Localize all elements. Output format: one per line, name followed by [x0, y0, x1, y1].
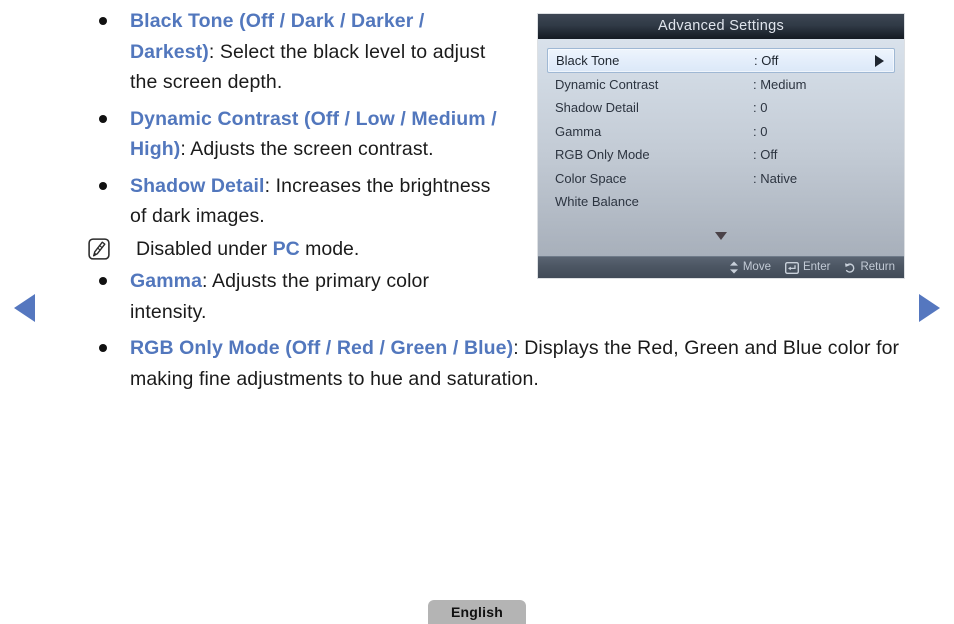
osd-menu-list: Black Tone : Off Dynamic Contrast : Medi…: [538, 39, 904, 213]
note-keyword: PC: [272, 237, 300, 260]
feature-term: Shadow Detail: [130, 174, 265, 197]
feature-term: Gamma: [130, 270, 203, 292]
osd-hint-return[interactable]: Return: [844, 257, 895, 278]
osd-hint-label: Return: [860, 261, 895, 273]
bullet-dot-icon: [99, 344, 107, 352]
bullet-dot-icon: [99, 114, 107, 123]
bullet-dot-icon: [99, 277, 107, 285]
osd-hint-label: Move: [742, 261, 771, 273]
osd-menu-item-color-space[interactable]: Color Space : Native: [547, 167, 895, 190]
osd-menu-item-black-tone[interactable]: Black Tone : Off: [547, 48, 895, 73]
list-item: Dynamic Contrast (Off / Low / Medium / H…: [88, 104, 510, 165]
note-icon: [88, 237, 110, 260]
next-page-arrow[interactable]: [919, 294, 940, 322]
scroll-down-indicator-icon[interactable]: [538, 227, 904, 245]
osd-hint-enter[interactable]: Enter: [784, 257, 831, 278]
osd-item-label: Dynamic Contrast: [555, 77, 659, 92]
osd-item-label: Gamma: [555, 123, 602, 139]
return-arrow-icon: [844, 262, 856, 274]
bullet-dot-icon: [99, 181, 107, 190]
osd-menu-item-dynamic-contrast[interactable]: Dynamic Contrast : Medium: [547, 73, 895, 96]
osd-item-label: White Balance: [555, 193, 639, 209]
osd-item-label: Black Tone: [556, 53, 620, 68]
osd-hint-label: Enter: [802, 261, 831, 273]
osd-item-value: : 0: [753, 123, 768, 139]
language-tab[interactable]: English: [428, 600, 526, 624]
osd-menu-item-shadow-detail[interactable]: Shadow Detail : 0: [547, 96, 895, 119]
osd-menu-item-white-balance[interactable]: White Balance: [547, 190, 895, 213]
osd-item-label: Color Space: [555, 170, 627, 186]
previous-page-arrow[interactable]: [14, 294, 35, 322]
osd-footer-hints: Move Enter Return: [538, 256, 904, 278]
osd-item-value: : Medium: [753, 77, 807, 92]
note-text-prefix: Disabled under: [136, 237, 273, 260]
list-item: Black Tone (Off / Dark / Darker / Darkes…: [88, 6, 510, 98]
osd-item-label: RGB Only Mode: [555, 147, 650, 163]
chevron-right-icon: [875, 54, 884, 67]
up-down-arrows-icon: [729, 261, 739, 274]
osd-item-value: : 0: [753, 100, 768, 116]
list-item: RGB Only Mode (Off / Red / Green / Blue)…: [88, 333, 920, 394]
osd-menu-item-gamma[interactable]: Gamma : 0: [547, 120, 895, 143]
osd-item-label: Shadow Detail: [555, 100, 639, 116]
osd-item-value: : Off: [754, 53, 779, 68]
feature-term: RGB Only Mode (Off / Red / Green / Blue): [130, 337, 514, 359]
enter-key-icon: [784, 261, 799, 274]
osd-title: Advanced Settings: [538, 14, 904, 39]
note-text-suffix: mode.: [299, 237, 360, 260]
osd-item-value: : Off: [753, 147, 778, 163]
list-item: Shadow Detail: Increases the brightness …: [88, 171, 510, 232]
osd-menu-item-rgb-only-mode[interactable]: RGB Only Mode : Off: [547, 143, 895, 166]
tv-osd-panel: Advanced Settings Black Tone : Off Dynam…: [538, 14, 904, 278]
list-item: Gamma: Adjusts the primary color intensi…: [88, 266, 510, 327]
bullet-dot-icon: [99, 17, 107, 25]
feature-description: : Adjusts the screen contrast.: [180, 138, 434, 160]
osd-hint-move[interactable]: Move: [729, 257, 771, 278]
osd-item-value: : Native: [753, 170, 798, 186]
